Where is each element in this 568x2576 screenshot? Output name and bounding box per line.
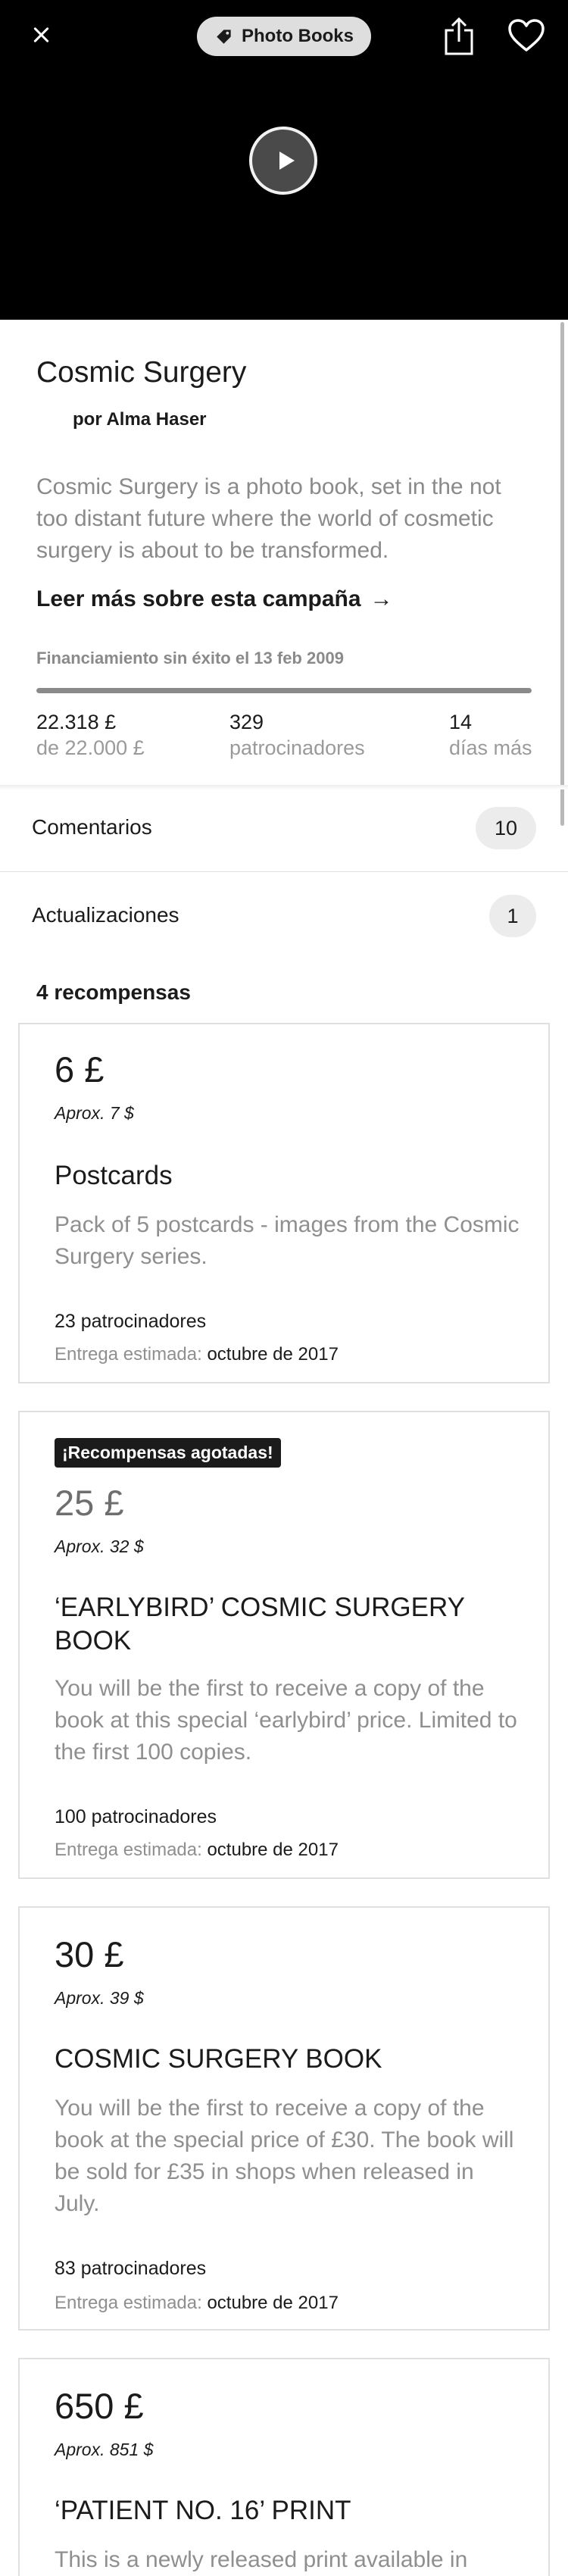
reward-card[interactable]: 650 £ Aprox. 851 $ ‘PATIENT NO. 16’ PRIN… xyxy=(18,2358,550,2576)
days-label: días más xyxy=(449,736,532,759)
heart-icon[interactable] xyxy=(507,18,545,53)
reward-title: Postcards xyxy=(55,1161,173,1190)
stat-days: 14 días más xyxy=(449,709,532,761)
divider xyxy=(0,871,568,872)
delivery-date: octubre de 2017 xyxy=(207,2293,339,2313)
category-pill[interactable]: Photo Books xyxy=(197,17,371,56)
share-icon[interactable] xyxy=(442,17,476,56)
reward-price: 6 £ xyxy=(55,1049,105,1089)
category-label: Photo Books xyxy=(242,26,354,46)
reward-approx-price: Aprox. 851 $ xyxy=(55,2440,154,2459)
stat-pledged: 22.318 £ de 22.000 £ xyxy=(36,709,145,761)
reward-title: ‘PATIENT NO. 16’ PRINT xyxy=(55,2496,351,2525)
project-summary: Cosmic Surgery por Alma Haser Cosmic Sur… xyxy=(0,320,568,785)
updates-label: Actualizaciones xyxy=(32,903,179,927)
updates-row[interactable]: Actualizaciones 1 xyxy=(0,873,568,959)
reward-backers: 23 patrocinadores xyxy=(55,1311,207,1332)
project-author[interactable]: por Alma Haser xyxy=(73,409,207,430)
reward-price: 30 £ xyxy=(55,1934,124,1974)
video-player[interactable]: Photo Books xyxy=(0,0,568,320)
delivery-label: Entrega estimada: xyxy=(55,1840,202,1860)
funding-progress-fill xyxy=(36,688,532,693)
delivery-label: Entrega estimada: xyxy=(55,2293,202,2313)
arrow-right-icon: → xyxy=(370,586,393,611)
reward-backers: 100 patrocinadores xyxy=(55,1806,217,1827)
scrollbar[interactable] xyxy=(560,322,564,826)
comments-row[interactable]: Comentarios 10 xyxy=(0,785,568,871)
reward-approx-price: Aprox. 32 $ xyxy=(55,1537,144,1556)
read-more-label: Leer más sobre esta campaña xyxy=(36,586,361,611)
reward-approx-price: Aprox. 39 $ xyxy=(55,1988,144,2008)
reward-delivery: Entrega estimada: octubre de 2017 xyxy=(55,2293,339,2314)
backers-label: patrocinadores xyxy=(229,736,365,759)
delivery-label: Entrega estimada: xyxy=(55,1344,202,1365)
reward-delivery: Entrega estimada: octubre de 2017 xyxy=(55,1344,339,1365)
tag-icon xyxy=(217,30,231,44)
reward-delivery: Entrega estimada: octubre de 2017 xyxy=(55,1840,339,1861)
days-count: 14 xyxy=(449,711,473,733)
reward-price: 650 £ xyxy=(55,2386,144,2426)
delivery-date: octubre de 2017 xyxy=(207,1840,339,1860)
pledged-amount: 22.318 £ xyxy=(36,711,117,733)
reward-title: ‘EARLYBIRD’ COSMIC SURGERY BOOK xyxy=(55,1593,465,1655)
reward-approx-price: Aprox. 7 $ xyxy=(55,1103,134,1123)
project-description: Cosmic Surgery is a photo book, set in t… xyxy=(36,474,501,563)
funding-progress-bar xyxy=(36,688,532,693)
close-icon[interactable] xyxy=(26,20,56,50)
reward-description: Pack of 5 postcards - images from the Co… xyxy=(55,1212,520,1269)
reward-card[interactable]: 30 £ Aprox. 39 $ COSMIC SURGERY BOOK You… xyxy=(18,1906,550,2331)
funding-status: Financiamiento sin éxito el 13 feb 2009 xyxy=(36,649,344,667)
comments-label: Comentarios xyxy=(32,815,152,839)
updates-count-badge: 1 xyxy=(489,895,536,937)
project-title: Cosmic Surgery xyxy=(36,356,247,389)
reward-description: You will be the first to receive a copy … xyxy=(55,2096,514,2216)
read-more-link[interactable]: Leer más sobre esta campaña → xyxy=(36,586,393,612)
reward-title: COSMIC SURGERY BOOK xyxy=(55,2044,382,2074)
reward-description: This is a newly released print available… xyxy=(55,2547,468,2572)
goal-amount: de 22.000 £ xyxy=(36,736,145,759)
comments-count-badge: 10 xyxy=(476,807,536,849)
reward-backers: 83 patrocinadores xyxy=(55,2258,207,2279)
rewards-count: 4 recompensas xyxy=(36,980,191,1004)
delivery-date: octubre de 2017 xyxy=(207,1344,339,1365)
backers-count: 329 xyxy=(229,711,264,733)
sold-out-badge: ¡Recompensas agotadas! xyxy=(55,1438,281,1468)
reward-card[interactable]: ¡Recompensas agotadas! 25 £ Aprox. 32 $ … xyxy=(18,1411,550,1879)
play-icon[interactable] xyxy=(249,127,317,195)
reward-description: You will be the first to receive a copy … xyxy=(55,1676,517,1765)
stat-backers: 329 patrocinadores xyxy=(229,709,365,761)
reward-card[interactable]: 6 £ Aprox. 7 $ Postcards Pack of 5 postc… xyxy=(18,1023,550,1383)
reward-price: 25 £ xyxy=(55,1483,124,1523)
